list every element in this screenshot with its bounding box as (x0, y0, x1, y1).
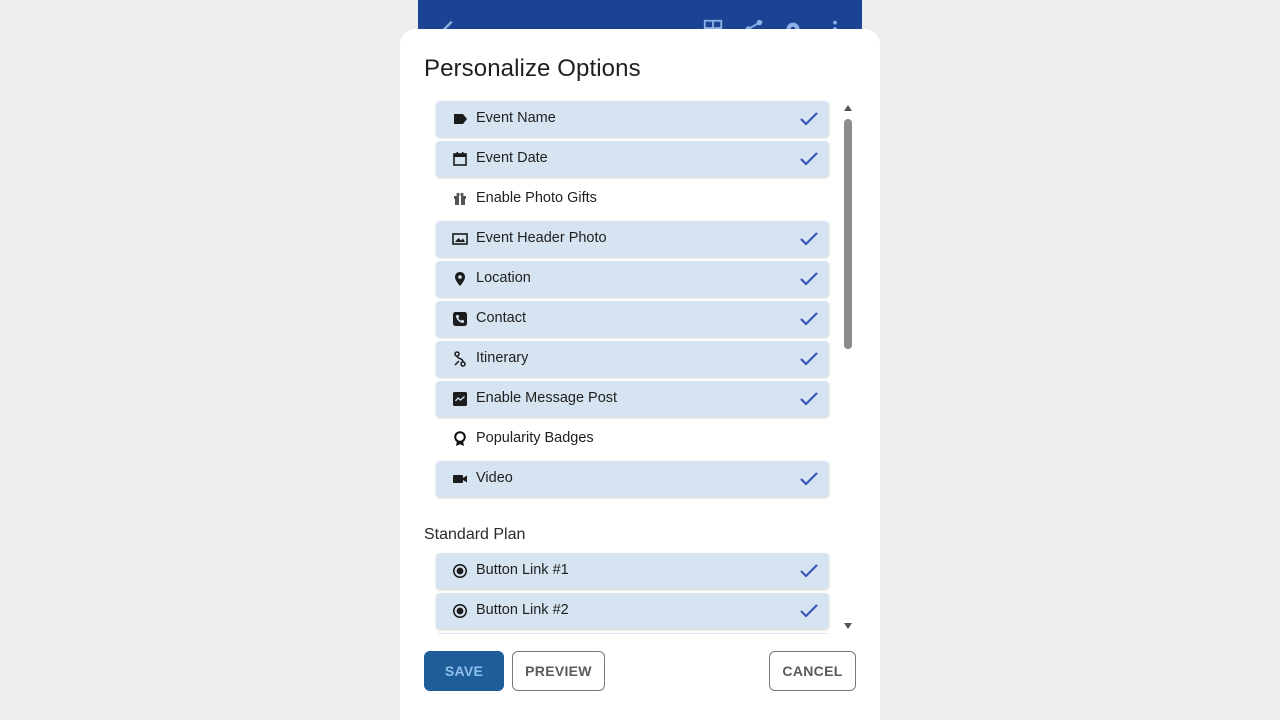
option-popularity-badges[interactable]: Popularity Badges (436, 421, 829, 457)
option-label: Event Header Photo (476, 230, 607, 246)
check-icon (799, 150, 819, 168)
scroll-down-arrow-icon[interactable] (844, 623, 852, 629)
message-icon (452, 391, 468, 407)
section-title-standard-plan: Standard Plan (424, 526, 526, 543)
photo-icon (452, 231, 468, 247)
radio-button-icon (452, 603, 468, 619)
option-label: Button Link #2 (476, 602, 569, 618)
location-pin-icon (452, 271, 468, 287)
option-label: Contact (476, 310, 526, 326)
label-icon (452, 111, 468, 127)
check-icon (799, 470, 819, 488)
option-label: Event Date (476, 150, 548, 166)
check-icon (799, 310, 819, 328)
route-icon (452, 351, 468, 367)
check-icon (799, 562, 819, 580)
gift-icon (452, 191, 468, 207)
option-video[interactable]: Video (436, 461, 829, 497)
option-enable-message-post[interactable]: Enable Message Post (436, 381, 829, 417)
cancel-button[interactable]: CANCEL (769, 651, 856, 691)
radio-button-icon (452, 563, 468, 579)
option-label: Popularity Badges (476, 430, 594, 446)
option-label: Enable Photo Gifts (476, 190, 597, 206)
check-icon (799, 270, 819, 288)
option-event-name[interactable]: Event Name (436, 101, 829, 137)
option-label: Location (476, 270, 531, 286)
option-event-date[interactable]: Event Date (436, 141, 829, 177)
scrollbar-thumb[interactable] (844, 119, 852, 349)
check-icon (799, 350, 819, 368)
option-partial-next[interactable] (436, 633, 829, 634)
option-label: Itinerary (476, 350, 529, 366)
check-icon (799, 390, 819, 408)
option-location[interactable]: Location (436, 261, 829, 297)
preview-button[interactable]: PREVIEW (512, 651, 605, 691)
save-button[interactable]: SAVE (424, 651, 504, 691)
check-icon (799, 230, 819, 248)
option-contact[interactable]: Contact (436, 301, 829, 337)
calendar-icon (452, 151, 468, 167)
option-label: Event Name (476, 110, 556, 126)
phone-icon (452, 311, 468, 327)
options-scrollbar[interactable] (842, 103, 854, 631)
option-enable-photo-gifts[interactable]: Enable Photo Gifts (436, 181, 829, 217)
dialog-title: Personalize Options (424, 55, 641, 82)
check-icon (799, 110, 819, 128)
personalize-options-dialog: Personalize Options Event Name Event Dat… (400, 29, 880, 720)
video-camera-icon (452, 471, 468, 487)
option-event-header-photo[interactable]: Event Header Photo (436, 221, 829, 257)
options-list[interactable]: Event Name Event Date Enable Photo Gifts… (424, 100, 832, 634)
option-itinerary[interactable]: Itinerary (436, 341, 829, 377)
option-label: Video (476, 470, 513, 486)
badge-icon (452, 431, 468, 447)
check-icon (799, 602, 819, 620)
option-label: Enable Message Post (476, 390, 618, 406)
option-label: Button Link #1 (476, 562, 569, 578)
scroll-up-arrow-icon[interactable] (844, 105, 852, 111)
option-button-link-1[interactable]: Button Link #1 (436, 553, 829, 589)
option-button-link-2[interactable]: Button Link #2 (436, 593, 829, 629)
